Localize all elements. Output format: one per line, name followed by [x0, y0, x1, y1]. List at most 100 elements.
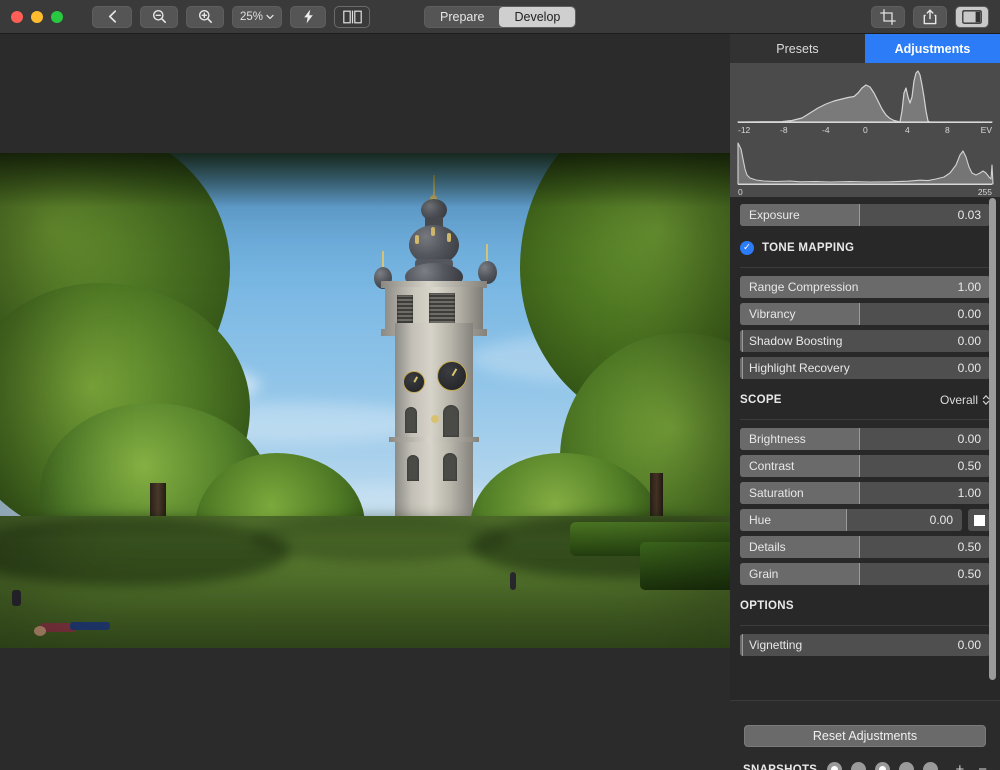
share-button[interactable] [913, 6, 947, 28]
adjustments-scroll-area[interactable]: Exposure 0.03 ✓ TONE MAPPING Range Compr… [730, 197, 1000, 700]
rgb-histogram-plot [730, 135, 1000, 197]
hue-color-swatch-button[interactable] [968, 509, 990, 531]
snapshot-dot-4[interactable] [899, 762, 914, 770]
image-canvas[interactable] [0, 34, 730, 770]
histograms: -12 -8 -4 0 4 8 EV 0 255 [730, 63, 1000, 197]
person [70, 622, 110, 630]
slider-label: Contrast [740, 459, 794, 473]
hue-row: Hue 0.00 [740, 509, 990, 531]
compare-view-button[interactable] [334, 6, 370, 28]
zoom-in-button[interactable] [186, 6, 224, 28]
mode-segmented-control[interactable]: Prepare Develop [424, 6, 576, 28]
scope-row: SCOPE Overall [740, 387, 990, 413]
slider-hue[interactable]: Hue 0.00 [740, 509, 962, 531]
person [12, 590, 21, 606]
remove-snapshot-button[interactable]: − [978, 761, 987, 770]
slider-exposure[interactable]: Exposure 0.03 [740, 204, 990, 226]
belfry-louver [397, 295, 413, 325]
slider-vignetting[interactable]: Vignetting 0.00 [740, 634, 990, 656]
clock-face [403, 371, 425, 393]
slider-label: Range Compression [740, 280, 858, 294]
ev-tick-0: 0 [863, 125, 868, 135]
ev-tick--4: -4 [822, 125, 830, 135]
crop-icon [880, 9, 896, 25]
slider-value: 0.00 [958, 334, 990, 348]
right-panel-toggle-icon [962, 10, 982, 24]
zoom-level-select[interactable]: 25% [232, 6, 282, 28]
share-icon [923, 9, 937, 25]
person [34, 626, 46, 636]
slider-label: Highlight Recovery [740, 361, 850, 375]
tab-presets[interactable]: Presets [730, 34, 865, 63]
back-button[interactable] [92, 6, 132, 28]
photo-preview[interactable] [0, 153, 730, 648]
lightning-bolt-icon [303, 9, 314, 24]
crop-button[interactable] [871, 6, 905, 28]
slider-label: Shadow Boosting [740, 334, 842, 348]
slider-shadow-boosting[interactable]: Shadow Boosting 0.00 [740, 330, 990, 352]
slider-label: Vignetting [740, 638, 802, 652]
adjustments-panel: Presets Adjustments -12 -8 -4 0 4 8 EV [730, 34, 1000, 770]
tab-adjustments[interactable]: Adjustments [865, 34, 1000, 63]
scope-title: SCOPE [740, 394, 782, 406]
window-controls[interactable] [11, 11, 63, 23]
slider-details[interactable]: Details 0.50 [740, 536, 990, 558]
tower-cornice [389, 437, 479, 442]
hedge [640, 542, 730, 590]
panel-scrollbar[interactable] [989, 198, 996, 680]
scope-select[interactable]: Overall [940, 393, 990, 407]
magnifier-plus-icon [198, 9, 213, 24]
magnifier-minus-icon [152, 9, 167, 24]
close-button[interactable] [11, 11, 23, 23]
quick-adjust-button[interactable] [290, 6, 326, 28]
reset-adjustments-button[interactable]: Reset Adjustments [744, 725, 986, 747]
slider-label: Hue [740, 513, 771, 527]
rgb-histogram: 0 255 [730, 135, 1000, 197]
clock-face [437, 361, 467, 391]
tab-develop[interactable]: Develop [499, 7, 575, 27]
divider [740, 625, 990, 626]
zoom-button[interactable] [51, 11, 63, 23]
toggle-right-panel-button[interactable] [955, 6, 989, 28]
snapshot-dot-2[interactable] [851, 762, 866, 770]
add-snapshot-button[interactable]: + [955, 761, 964, 770]
snapshot-dots[interactable] [827, 762, 938, 770]
slider-range-compression[interactable]: Range Compression 1.00 [740, 276, 990, 298]
ev-tick-8: 8 [945, 125, 950, 135]
ev-tick-4: 4 [905, 125, 910, 135]
slider-value: 0.03 [958, 208, 990, 222]
minimize-button[interactable] [31, 11, 43, 23]
snapshot-dot-5[interactable] [923, 762, 938, 770]
slider-vibrancy[interactable]: Vibrancy 0.00 [740, 303, 990, 325]
snapshot-dot-3[interactable] [875, 762, 890, 770]
snapshots-label: SNAPSHOTS [743, 764, 817, 770]
color-swatch [974, 515, 985, 526]
slider-saturation[interactable]: Saturation 1.00 [740, 482, 990, 504]
snapshot-dot-1[interactable] [827, 762, 842, 770]
ev-histogram: -12 -8 -4 0 4 8 EV [730, 63, 1000, 135]
tower-window [443, 453, 457, 481]
slider-value: 1.00 [958, 486, 990, 500]
zoom-out-button[interactable] [140, 6, 178, 28]
slider-brightness[interactable]: Brightness 0.00 [740, 428, 990, 450]
chevron-down-icon [266, 14, 274, 20]
gold-statue [447, 233, 451, 242]
ev-tick--8: -8 [780, 125, 788, 135]
slider-contrast[interactable]: Contrast 0.50 [740, 455, 990, 477]
belfry-louver [429, 293, 455, 325]
split-view-icon [343, 10, 362, 24]
zoom-level-value: 25% [240, 11, 263, 23]
group-header-tone-mapping[interactable]: ✓ TONE MAPPING [740, 235, 990, 261]
slider-label: Saturation [740, 486, 804, 500]
app-window: 25% Prepare Develop [0, 0, 1000, 770]
slider-label: Vibrancy [740, 307, 795, 321]
toolbar: 25% Prepare Develop [0, 0, 1000, 34]
tone-mapping-checkbox[interactable]: ✓ [740, 241, 754, 255]
gold-statue [415, 235, 419, 244]
gold-ornament [431, 415, 439, 423]
slider-grain[interactable]: Grain 0.50 [740, 563, 990, 585]
rgb-tick-255: 255 [978, 187, 992, 197]
panel-tabs[interactable]: Presets Adjustments [730, 34, 1000, 63]
tab-prepare[interactable]: Prepare [425, 7, 499, 27]
slider-highlight-recovery[interactable]: Highlight Recovery 0.00 [740, 357, 990, 379]
